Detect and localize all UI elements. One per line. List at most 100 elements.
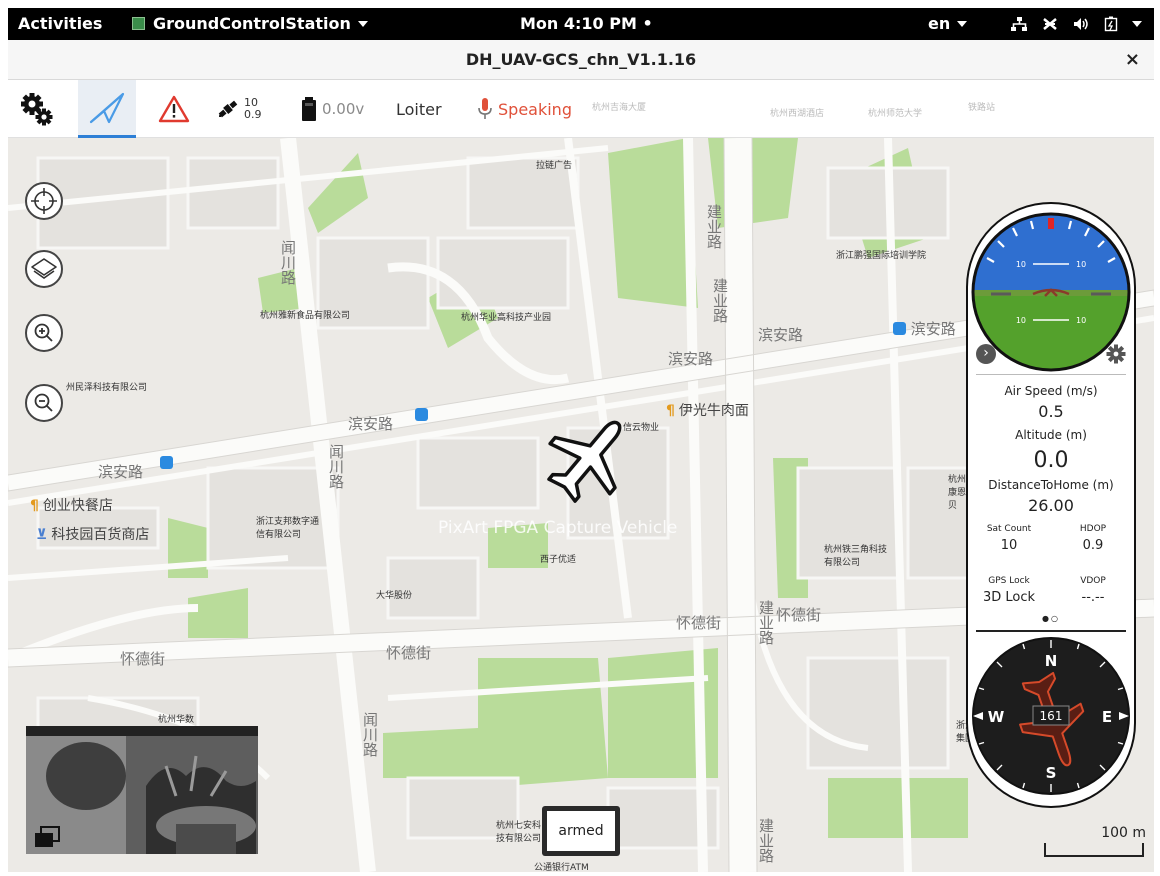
poi-label: 伊光牛肉面 xyxy=(678,403,749,419)
road-label: 怀德街 xyxy=(386,644,432,662)
paper-plane-icon xyxy=(89,92,125,123)
switch-view-icon[interactable] xyxy=(34,826,60,848)
poi-bus-stop[interactable] xyxy=(160,456,173,471)
microphone-icon xyxy=(478,98,492,119)
airspeed-value: 0.5 xyxy=(1038,402,1064,421)
compass-n-label: N xyxy=(1045,652,1058,670)
video-watermark: PixArt FPGA Capture Vehicle xyxy=(438,518,678,538)
pitch-mark-label: 10 xyxy=(1016,316,1026,325)
road-label: 怀德街 xyxy=(676,614,722,632)
place-label: 拉链广告 xyxy=(536,161,573,171)
restaurant-icon: ¶ xyxy=(30,498,39,514)
poi-restaurant[interactable]: ¶ 创业快餐店 xyxy=(30,495,113,515)
window-title: DH_UAV-GCS_chn_V1.1.16 xyxy=(465,50,697,69)
close-button[interactable]: × xyxy=(1125,49,1140,70)
road-label-text: 滨安路 xyxy=(910,320,956,338)
voice-status[interactable]: Speaking xyxy=(478,80,572,138)
bus-stop-icon xyxy=(160,456,173,469)
hdop-cell: HDOP 0.9 xyxy=(1058,524,1128,553)
settings-button[interactable] xyxy=(20,80,64,138)
satellite-icon xyxy=(218,100,238,118)
window-title-bar: DH_UAV-GCS_chn_V1.1.16 × xyxy=(8,40,1154,80)
road-label: 怀德街 xyxy=(776,606,822,624)
toolbar: 10 0.9 0.00v Loiter Speaking 杭州吉海大厦 杭州西湖酒… xyxy=(8,80,1154,138)
video-feed[interactable] xyxy=(26,726,258,854)
distance-to-home-label: DistanceToHome (m) xyxy=(988,478,1114,492)
battery-status[interactable]: 0.00v xyxy=(302,80,364,138)
gps-status[interactable]: 10 0.9 xyxy=(216,80,262,138)
shop-icon: ⊻ xyxy=(36,527,48,543)
armed-status-badge[interactable]: armed xyxy=(542,806,620,856)
instrument-panel: 10 10 10 10 › Air Speed (m/s) 0.5 Altitu… xyxy=(966,202,1136,808)
gps-hdop-value: 0.9 xyxy=(244,108,262,121)
pitch-mark-label: 10 xyxy=(1016,260,1026,269)
center-on-vehicle-button[interactable] xyxy=(25,182,63,220)
road-label: 滨安路 xyxy=(668,350,714,368)
road-label: 滨安路 xyxy=(758,326,804,344)
battery-voltage: 0.00v xyxy=(322,100,365,118)
panel-divider xyxy=(976,630,1126,632)
road-label: 闻川路 xyxy=(361,712,379,757)
input-language-label: en xyxy=(928,14,951,33)
layers-icon xyxy=(31,258,57,279)
vdop-value: --.-- xyxy=(1081,590,1105,605)
hdop-value: 0.9 xyxy=(1082,538,1104,553)
place-label: 浙江鹏强国际培训学院 xyxy=(836,251,927,261)
place-label: 大华股份 xyxy=(376,591,413,601)
chevron-down-icon xyxy=(1132,21,1142,27)
zoom-in-button[interactable] xyxy=(25,314,63,352)
poi-shop[interactable]: ⊻ 科技园百货商店 xyxy=(36,524,149,544)
road-label: 闻川路 xyxy=(279,240,297,285)
notification-dot: • xyxy=(642,14,653,33)
flight-mode-selector[interactable]: Loiter xyxy=(396,80,442,138)
poi-label: 创业快餐店 xyxy=(42,498,113,514)
activities-button[interactable]: Activities xyxy=(18,8,102,40)
system-top-bar: Activities GroundControlStation Mon 4:10… xyxy=(8,8,1154,40)
altitude-value: 0.0 xyxy=(1033,448,1069,473)
bus-stop-icon xyxy=(893,322,906,335)
armed-status-label: armed xyxy=(547,811,615,851)
input-language-menu[interactable]: en xyxy=(928,8,968,40)
zoom-out-button[interactable] xyxy=(25,384,63,422)
place-label: 杭州康恩贝 xyxy=(948,475,967,511)
panel-divider xyxy=(976,374,1126,375)
compass-w-label: W xyxy=(988,708,1005,726)
place-label: 西子优适 xyxy=(540,555,577,565)
compass: N S W E 161 xyxy=(972,637,1130,795)
map-layers-button[interactable] xyxy=(25,250,63,288)
panel-page-indicator[interactable]: ●○ xyxy=(968,614,1134,623)
poi-restaurant[interactable]: ¶ 伊光牛肉面 xyxy=(666,400,749,420)
panel-collapse-button[interactable]: › xyxy=(976,344,996,364)
map-scale-bar xyxy=(1044,843,1144,857)
pitch-mark-label: 10 xyxy=(1076,316,1086,325)
bus-stop-icon xyxy=(415,408,428,421)
place-label: 杭州华数 xyxy=(158,715,195,725)
battery-icon xyxy=(1104,16,1118,32)
place-label: 杭州华业高科技产业园 xyxy=(461,313,552,323)
video-frame xyxy=(26,726,258,854)
clock[interactable]: Mon 4:10 PM • xyxy=(520,8,653,40)
altitude-label: Altitude (m) xyxy=(1015,428,1087,442)
zoom-in-icon xyxy=(34,323,53,342)
clock-label: Mon 4:10 PM xyxy=(520,14,637,33)
system-status-area[interactable] xyxy=(1010,8,1142,40)
volume-icon xyxy=(1074,18,1088,30)
plan-view-button[interactable] xyxy=(78,80,136,138)
road-label: 怀德街 xyxy=(120,650,166,668)
gear-icon xyxy=(21,93,53,126)
place-label: 杭州七安科技有限公司 xyxy=(496,821,542,844)
app-menu[interactable]: GroundControlStation xyxy=(132,8,368,40)
chevron-down-icon xyxy=(357,21,368,27)
heading-value: 161 xyxy=(1040,709,1063,723)
app-icon xyxy=(132,17,145,30)
alerts-button[interactable] xyxy=(158,80,190,138)
vehicle-marker-icon[interactable] xyxy=(544,408,634,508)
road-label: 建业路 xyxy=(757,818,775,863)
gps-lock-label: GPS Lock xyxy=(988,576,1030,586)
warning-icon xyxy=(158,95,190,123)
road-label: 滨安路 xyxy=(348,415,394,433)
poi-bus-stop[interactable] xyxy=(415,408,428,423)
panel-settings-icon[interactable] xyxy=(1106,344,1126,364)
compass-s-label: S xyxy=(1046,764,1057,782)
hdop-label: HDOP xyxy=(1079,524,1107,534)
